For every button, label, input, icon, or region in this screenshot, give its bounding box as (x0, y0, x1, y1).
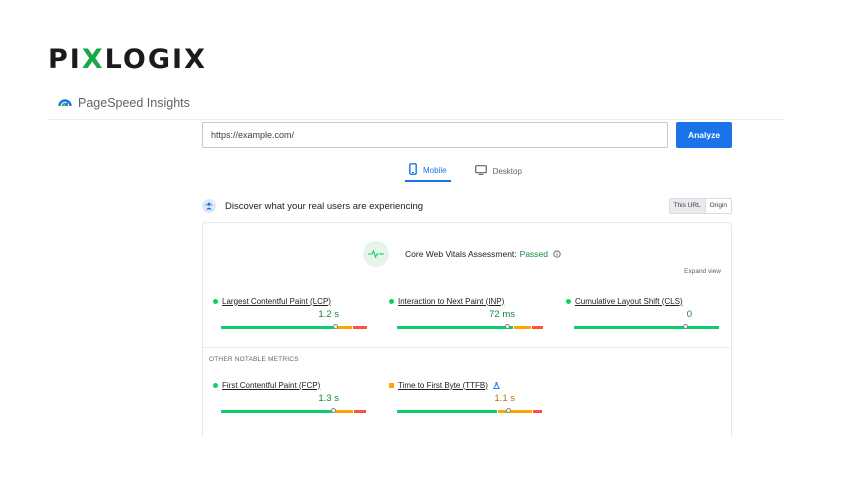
cwv-status: Passed (519, 249, 549, 259)
metric-ttfb: Time to First Byte (TTFB) 1.1 s (389, 379, 543, 415)
users-icon (202, 199, 216, 213)
needs-improvement-segment (514, 326, 531, 329)
good-dot-icon (213, 298, 218, 304)
tab-desktop[interactable]: Desktop (471, 160, 526, 182)
good-dot-icon (566, 298, 571, 304)
psi-title: PageSpeed Insights (78, 96, 190, 110)
percentile-marker (333, 324, 338, 329)
pixlogix-logo: PIXLOGIX (48, 44, 207, 75)
url-input[interactable] (202, 122, 668, 148)
field-data-card: Core Web Vitals Assessment: Passed Expan… (202, 222, 732, 437)
metric-value: 1.2 s (318, 309, 339, 320)
percentile-marker (505, 324, 510, 329)
average-square-icon (389, 382, 394, 388)
percentile-marker (683, 324, 688, 329)
good-segment (221, 326, 334, 329)
pulse-icon (363, 241, 389, 267)
other-metrics-title: OTHER NOTABLE METRICS (209, 356, 299, 363)
mobile-phone-icon (409, 163, 417, 177)
cwv-label: Core Web Vitals Assessment: (405, 249, 517, 259)
distribution-bar (397, 326, 543, 329)
distribution-bar (397, 410, 543, 413)
distribution-bar (221, 326, 367, 329)
expand-view-link[interactable]: Expand view (684, 268, 721, 275)
metric-value: 1.1 s (494, 393, 515, 404)
desktop-monitor-icon (474, 165, 487, 177)
metric-fcp: First Contentful Paint (FCP) 1.3 s (213, 379, 367, 415)
metric-name[interactable]: Largest Contentful Paint (LCP) (222, 297, 331, 306)
metric-name[interactable]: Cumulative Layout Shift (CLS) (575, 297, 683, 306)
distribution-bar (574, 326, 720, 329)
poor-segment (353, 326, 367, 329)
header-divider (48, 119, 784, 120)
distribution-bar (221, 410, 367, 413)
this-url-toggle[interactable]: This URL (669, 199, 706, 213)
percentile-marker (506, 408, 511, 413)
poor-segment (532, 326, 543, 329)
good-segment (221, 410, 334, 413)
needs-improvement-segment (335, 410, 353, 413)
discover-title: Discover what your real users are experi… (225, 200, 424, 212)
needs-improvement-segment (498, 410, 532, 413)
good-dot-icon (213, 382, 218, 388)
metric-name[interactable]: Time to First Byte (TTFB) (398, 381, 488, 390)
analyze-button[interactable]: Analyze (676, 122, 732, 148)
psi-header[interactable]: PageSpeed Insights (58, 93, 190, 113)
url-origin-toggle: This URL Origin (668, 198, 732, 214)
good-segment (397, 410, 497, 413)
discover-row: Discover what your real users are experi… (202, 196, 732, 216)
good-segment (574, 326, 719, 329)
experimental-flask-icon (492, 381, 500, 389)
device-tabs: Mobile Desktop (405, 160, 526, 186)
metric-name[interactable]: First Contentful Paint (FCP) (222, 381, 320, 390)
cwv-assessment: Core Web Vitals Assessment: Passed (363, 241, 561, 267)
origin-toggle[interactable]: Origin (706, 199, 731, 213)
good-segment (397, 326, 513, 329)
tab-mobile[interactable]: Mobile (405, 160, 451, 182)
poor-segment (354, 410, 366, 413)
pagespeed-logo-icon (58, 96, 72, 110)
metric-cls: Cumulative Layout Shift (CLS) 0 (566, 295, 720, 331)
tab-mobile-label: Mobile (423, 165, 447, 175)
metric-value: 72 ms (489, 309, 515, 320)
tab-desktop-label: Desktop (492, 166, 522, 176)
metric-inp: Interaction to Next Paint (INP) 72 ms (389, 295, 543, 331)
section-divider (203, 347, 731, 348)
info-icon[interactable] (553, 250, 561, 258)
poor-segment (533, 410, 542, 413)
good-dot-icon (389, 298, 394, 304)
metric-lcp: Largest Contentful Paint (LCP) 1.2 s (213, 295, 367, 331)
percentile-marker (331, 408, 336, 413)
metric-value: 0 (686, 309, 692, 320)
metric-name[interactable]: Interaction to Next Paint (INP) (398, 297, 504, 306)
metric-value: 1.3 s (318, 393, 339, 404)
